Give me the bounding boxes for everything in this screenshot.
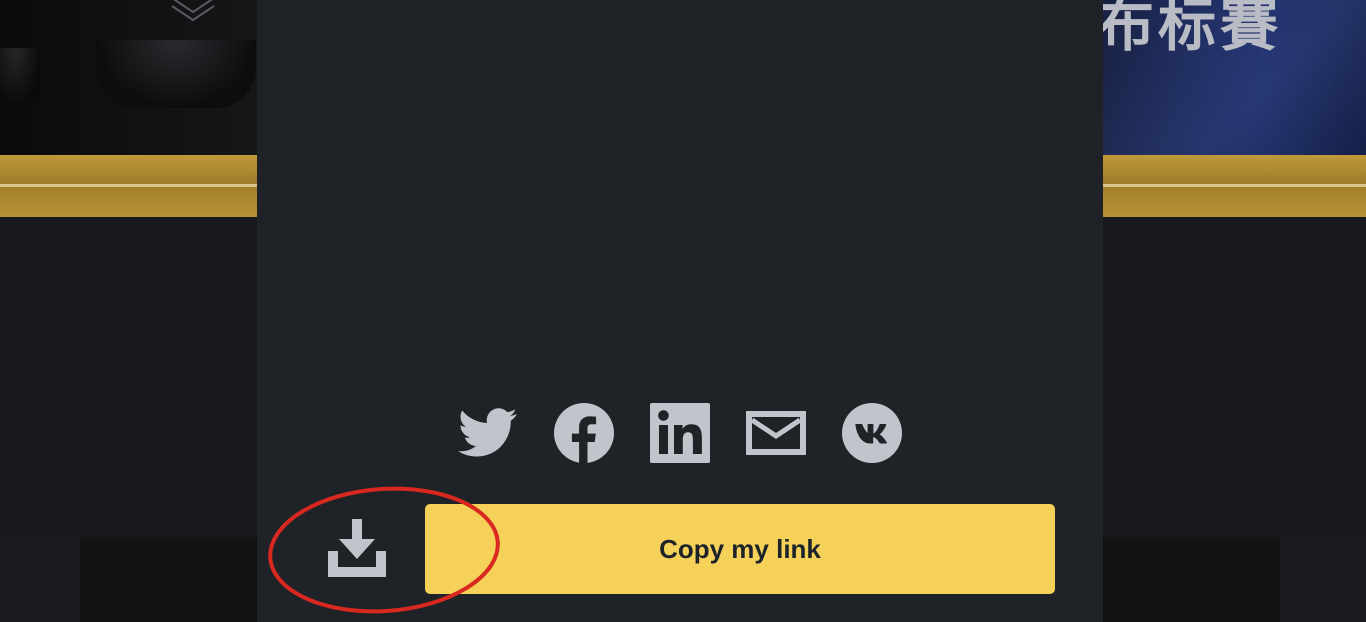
screen: 布标賽 Copy my link — [0, 0, 1366, 622]
background-chevron-icon — [171, 0, 215, 22]
share-facebook-button[interactable] — [553, 402, 615, 464]
copy-link-button[interactable]: Copy my link — [425, 504, 1055, 594]
background-banner-title: 布标賽 — [1096, 0, 1283, 59]
vk-icon — [842, 403, 902, 463]
facebook-icon — [554, 403, 614, 464]
twitter-icon — [458, 408, 517, 457]
linkedin-icon — [650, 403, 710, 463]
share-email-button[interactable] — [745, 402, 807, 464]
download-image-button[interactable] — [323, 512, 391, 584]
background-tile — [80, 537, 257, 622]
background-trophy — [96, 40, 256, 108]
share-icons-row — [457, 402, 907, 464]
download-icon — [328, 519, 386, 577]
share-twitter-button[interactable] — [457, 402, 519, 464]
share-vk-button[interactable] — [841, 402, 903, 464]
background-trophy-left — [0, 48, 40, 103]
share-linkedin-button[interactable] — [649, 402, 711, 464]
background-tile — [1103, 537, 1280, 622]
email-icon — [746, 411, 806, 455]
share-modal: Copy my link — [257, 0, 1103, 622]
